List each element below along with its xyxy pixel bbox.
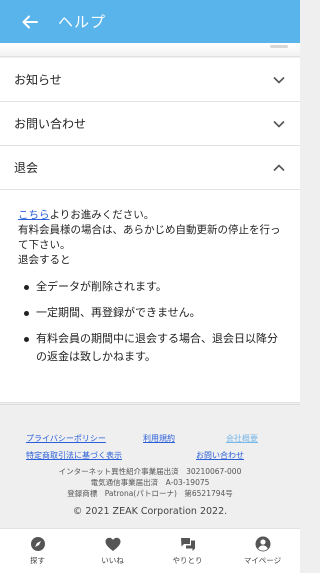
accordion-item-news[interactable]: お知らせ bbox=[0, 58, 300, 102]
app-header: ヘルプ bbox=[0, 0, 300, 43]
tab-label: マイページ bbox=[243, 556, 282, 565]
copyright: © 2021 ZEAK Corporation 2022. bbox=[72, 506, 228, 517]
site-footer: プライバシーポリシー 利用規約 会社概要 特定商取引法に基づく表示 お問い合わせ… bbox=[0, 404, 300, 528]
tab-search[interactable]: 探す bbox=[0, 529, 75, 573]
back-button[interactable] bbox=[16, 8, 44, 36]
chevron-up-icon bbox=[272, 161, 286, 175]
bottom-tab-bar: 探す いいね やりとり マイページ bbox=[0, 528, 300, 573]
terms-link[interactable]: 利用規約 bbox=[143, 433, 175, 444]
withdrawal-link[interactable]: こちら bbox=[18, 209, 50, 221]
footer-links: プライバシーポリシー 利用規約 会社概要 特定商取引法に基づく表示 お問い合わせ bbox=[0, 429, 300, 465]
withdrawal-consequences: 全データが削除されます。 一定期間、再登録ができません。 有料会員の期間中に退会… bbox=[18, 278, 284, 366]
heart-icon bbox=[105, 536, 121, 552]
registration-line: インターネット異性紹介事業届出済 30210067-000 bbox=[58, 467, 242, 476]
commerce-law-link[interactable]: 特定商取引法に基づく表示 bbox=[26, 450, 122, 461]
compass-icon bbox=[30, 536, 46, 552]
chevron-down-icon bbox=[272, 73, 286, 87]
accordion-label: お問い合わせ bbox=[14, 117, 87, 131]
accordion-label: 退会 bbox=[14, 161, 39, 175]
list-item: 有料会員の期間中に退会する場合、退会日以降分の返金は致しかねます。 bbox=[18, 330, 284, 366]
page-title: ヘルプ bbox=[58, 13, 107, 31]
tab-label: やりとり bbox=[172, 556, 203, 565]
privacy-policy-link[interactable]: プライバシーポリシー bbox=[26, 433, 106, 444]
accordion-item-withdrawal[interactable]: 退会 bbox=[0, 146, 300, 190]
tab-label: いいね bbox=[101, 556, 124, 565]
user-icon bbox=[255, 536, 271, 552]
help-accordion: お知らせ お問い合わせ 退会 こちらよりお進みください。 有料会員様の場合は、あ… bbox=[0, 58, 300, 403]
accordion-item-contact[interactable]: お問い合わせ bbox=[0, 102, 300, 146]
list-item: 全データが削除されます。 bbox=[18, 278, 284, 296]
tab-label: 探す bbox=[30, 556, 45, 565]
contact-link[interactable]: お問い合わせ bbox=[196, 450, 244, 461]
collapsed-section-edge bbox=[0, 43, 300, 57]
chat-icon bbox=[180, 536, 196, 552]
registration-line: 電気通信事業届出済 A-03-19075 bbox=[90, 478, 210, 487]
chevron-down-icon bbox=[272, 117, 286, 131]
tab-likes[interactable]: いいね bbox=[75, 529, 150, 573]
withdrawal-line-3: 退会すると bbox=[18, 254, 71, 266]
tab-messages[interactable]: やりとり bbox=[150, 529, 225, 573]
tab-mypage[interactable]: マイページ bbox=[225, 529, 300, 573]
withdrawal-line-1: こちらよりお進みください。 bbox=[18, 209, 155, 221]
arrow-left-icon bbox=[22, 15, 38, 28]
list-item: 一定期間、再登録ができません。 bbox=[18, 304, 284, 322]
withdrawal-panel: こちらよりお進みください。 有料会員様の場合は、あらかじめ自動更新の停止を行って… bbox=[0, 190, 300, 403]
withdrawal-line-2: 有料会員様の場合は、あらかじめ自動更新の停止を行って下さい。 bbox=[18, 224, 281, 251]
accordion-label: お知らせ bbox=[14, 73, 62, 87]
company-link[interactable]: 会社概要 bbox=[226, 433, 258, 444]
registration-line: 登録商標 Patrona(パトローナ) 第6521794号 bbox=[67, 489, 233, 498]
